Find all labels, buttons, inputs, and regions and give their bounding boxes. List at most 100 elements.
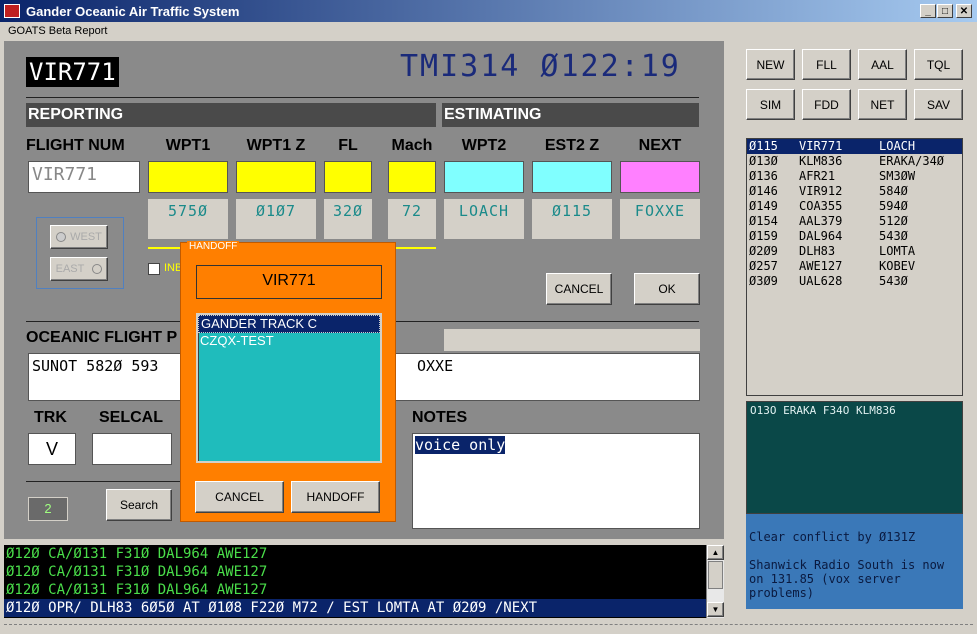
wpt2-label: WPT2: [461, 137, 507, 154]
minimize-button[interactable]: _: [920, 4, 936, 18]
mach-input[interactable]: [388, 161, 436, 193]
aal-button[interactable]: AAL: [858, 49, 907, 80]
route-label: OCEANIC FLIGHT P: [26, 329, 178, 346]
next-value: FOXXE: [620, 199, 700, 239]
selcal-input[interactable]: [92, 433, 172, 465]
flight-list-row[interactable]: Ø146 VIR912 584Ø: [747, 184, 962, 199]
message-panel: Clear conflict by Ø131Z Shanwick Radio S…: [746, 514, 963, 609]
handoff-confirm-button[interactable]: HANDOFF: [291, 481, 380, 513]
flight-time: Ø159: [749, 229, 778, 243]
flight-list-row[interactable]: Ø2Ø9 DLH83 LOMTA: [747, 244, 962, 259]
flight-fix: 543Ø: [879, 274, 908, 288]
console-log: Ø12Ø CA/Ø131 F31Ø DAL964 AWE127 Ø12Ø CA/Ø…: [4, 545, 724, 618]
handoff-destination-list[interactable]: GANDER TRACK C CZQX-TEST: [196, 313, 382, 463]
notes-field[interactable]: voice only: [412, 433, 700, 529]
east-radio[interactable]: EAST: [50, 257, 108, 281]
selcal-label: SELCAL: [99, 409, 163, 426]
wpt1z-label: WPT1 Z: [246, 137, 306, 154]
flight-fix: 594Ø: [879, 199, 908, 213]
flight-callsign: KLM836: [799, 154, 843, 168]
flight-list-row[interactable]: Ø115 VIR771 LOACH: [747, 139, 962, 154]
ok-button[interactable]: OK: [634, 273, 700, 305]
handoff-option[interactable]: CZQX-TEST: [198, 333, 380, 349]
flight-time: Ø2Ø9: [749, 244, 778, 258]
flight-list-row[interactable]: Ø136 AFR21 SM3ØW: [747, 169, 962, 184]
flight-list-row[interactable]: Ø149 COA355 594Ø: [747, 199, 962, 214]
route-header-box: [444, 329, 700, 351]
flight-fix: LOACH: [879, 139, 916, 153]
flight-time: Ø154: [749, 214, 778, 228]
trk-input[interactable]: V: [28, 433, 76, 465]
inbound-checkbox[interactable]: [148, 263, 160, 275]
fdd-button[interactable]: FDD: [802, 89, 851, 120]
menu-item-report[interactable]: GOATS Beta Report: [8, 25, 107, 37]
fl-value: 32Ø: [324, 199, 372, 239]
console-line: Ø12Ø CA/Ø131 F31Ø DAL964 AWE127: [6, 546, 268, 562]
flight-time: Ø136: [749, 169, 778, 183]
fll-button[interactable]: FLL: [802, 49, 851, 80]
west-radio[interactable]: WEST: [50, 225, 108, 249]
sav-button[interactable]: SAV: [914, 89, 963, 120]
flight-list-row[interactable]: Ø3Ø9 UAL628 543Ø: [747, 274, 962, 289]
flight-list[interactable]: Ø115 VIR771 LOACH Ø13Ø KLM836 ERAKA/34Ø Ø136 AF…: [746, 138, 963, 396]
wpt2-input[interactable]: [444, 161, 524, 193]
sim-button[interactable]: SIM: [746, 89, 795, 120]
net-button[interactable]: NET: [858, 89, 907, 120]
flight-num-input[interactable]: VIR771: [28, 161, 140, 193]
flight-list-row[interactable]: Ø257 AWE127 KOBEV: [747, 259, 962, 274]
flight-fix: KOBEV: [879, 259, 916, 273]
route-text: SUNOT 582Ø 593: [32, 357, 159, 375]
app-icon: [4, 4, 20, 18]
wpt1-label: WPT1: [165, 137, 211, 154]
divider: [26, 97, 699, 98]
mach-label: Mach: [391, 137, 433, 154]
west-label: WEST: [70, 231, 102, 243]
flight-time: Ø3Ø9: [749, 274, 778, 288]
tql-button[interactable]: TQL: [914, 49, 963, 80]
flight-time: Ø146: [749, 184, 778, 198]
cancel-button[interactable]: CANCEL: [546, 273, 612, 305]
next-input[interactable]: [620, 161, 700, 193]
route-text-end: OXXE: [417, 357, 454, 375]
console-line: Ø12Ø OPR/ DLH83 6Ø5Ø AT Ø1Ø8 F22Ø M72 / …: [4, 599, 724, 617]
scroll-thumb[interactable]: [708, 561, 723, 589]
notes-text: voice only: [415, 436, 506, 454]
title-bar[interactable]: Gander Oceanic Air Traffic System _ □ ✕: [0, 0, 977, 22]
bottom-divider: [4, 624, 973, 625]
close-button[interactable]: ✕: [956, 4, 972, 18]
flight-list-row[interactable]: Ø159 DAL964 543Ø: [747, 229, 962, 244]
console-scrollbar[interactable]: ▲ ▼: [706, 545, 724, 618]
message-counter: 2: [28, 497, 68, 521]
flight-fix: ERAKA/34Ø: [879, 154, 945, 168]
flight-fix: LOMTA: [879, 244, 916, 258]
east-label: EAST: [55, 263, 85, 275]
maximize-button[interactable]: □: [937, 4, 953, 18]
fl-label: FL: [338, 137, 358, 154]
fl-input[interactable]: [324, 161, 372, 193]
flight-callsign: COA355: [799, 199, 843, 213]
handoff-cancel-button[interactable]: CANCEL: [195, 481, 284, 513]
handoff-title: HANDOFF: [187, 241, 240, 252]
handoff-option[interactable]: GANDER TRACK C: [198, 315, 380, 333]
scroll-up-icon[interactable]: ▲: [707, 545, 724, 560]
flight-list-row[interactable]: Ø13Ø KLM836 ERAKA/34Ø: [747, 154, 962, 169]
flight-list-row[interactable]: Ø154 AAL379 512Ø: [747, 214, 962, 229]
flight-time: Ø13Ø: [749, 154, 778, 168]
flight-fix: SM3ØW: [879, 169, 916, 183]
flight-fix: 543Ø: [879, 229, 908, 243]
next-label: NEXT: [638, 137, 682, 154]
radio-empty-icon: [92, 264, 103, 274]
conflict-panel: O13O ERAKA F34O KLM836: [746, 401, 963, 514]
est2z-input[interactable]: [532, 161, 612, 193]
scroll-down-icon[interactable]: ▼: [707, 602, 724, 617]
new-button[interactable]: NEW: [746, 49, 795, 80]
wpt1-value: 575Ø: [148, 199, 228, 239]
flight-callsign: UAL628: [799, 274, 843, 288]
wpt1z-value: Ø1Ø7: [236, 199, 316, 239]
flight-callsign: AFR21: [799, 169, 836, 183]
wpt1z-input[interactable]: [236, 161, 316, 193]
wpt1-input[interactable]: [148, 161, 228, 193]
divider: [26, 481, 186, 482]
window-title: Gander Oceanic Air Traffic System: [26, 4, 240, 19]
search-button[interactable]: Search: [106, 489, 172, 521]
